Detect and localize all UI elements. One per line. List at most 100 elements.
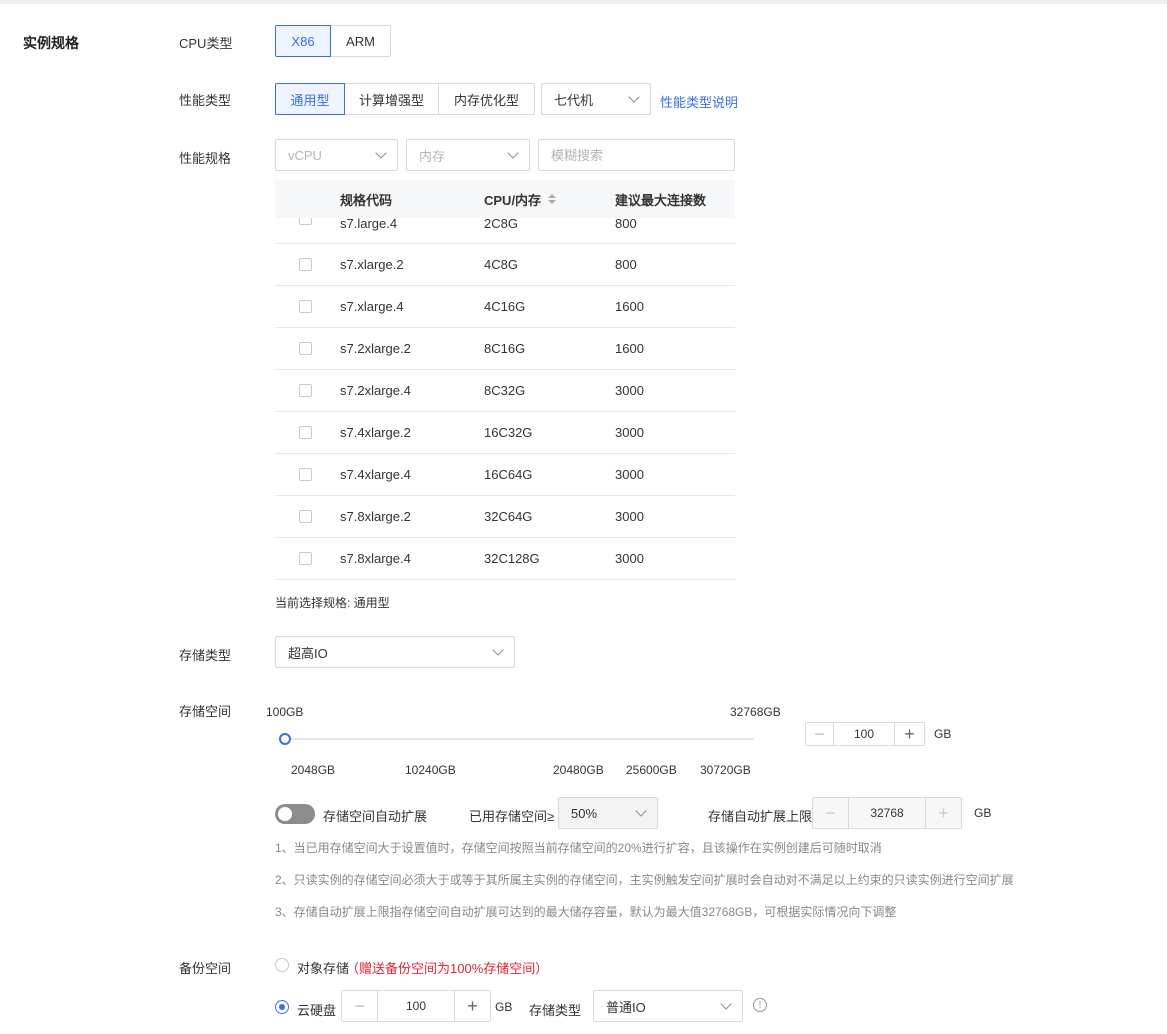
perf-type-help-link[interactable]: 性能类型说明 [660, 92, 738, 111]
row-checkbox[interactable] [299, 218, 312, 225]
threshold-select[interactable]: 50% [558, 797, 658, 829]
spec-search-input[interactable] [538, 139, 735, 171]
cell-spec-code: s7.xlarge.2 [340, 257, 404, 272]
cloud-disk-value[interactable]: 100 [378, 991, 454, 1021]
chevron-down-icon [635, 805, 647, 817]
cell-max-conn: 1600 [615, 341, 644, 356]
cell-max-conn: 3000 [615, 551, 644, 566]
info-icon[interactable]: ! [753, 998, 767, 1012]
slider-min-label: 100GB [266, 705, 304, 719]
slider-mark: 25600GB [626, 763, 677, 777]
spec-table-header: 规格代码 CPU/内存 建议最大连接数 [275, 180, 735, 218]
table-row[interactable]: s7.8xlarge.2 32C64G 3000 [275, 496, 735, 538]
expand-limit-value[interactable]: 32768 [849, 798, 925, 828]
backup-storage-type-label: 存储类型 [529, 1003, 582, 1018]
auto-expand-toggle[interactable] [275, 804, 315, 824]
table-row[interactable]: s7.4xlarge.2 16C32G 3000 [275, 412, 735, 454]
cell-max-conn: 1600 [615, 299, 644, 314]
table-row[interactable]: s7.8xlarge.4 32C128G 3000 [275, 538, 735, 580]
chevron-down-icon [492, 644, 504, 656]
perf-type-general-button[interactable]: 通用型 [275, 83, 345, 115]
expand-limit-minus-button[interactable]: − [813, 798, 849, 828]
perf-type-compute-button[interactable]: 计算增强型 [344, 83, 439, 115]
expand-limit-plus-button[interactable]: + [925, 798, 961, 828]
storage-type-value: 超高IO [288, 645, 328, 661]
cloud-disk-minus-button[interactable]: − [342, 991, 378, 1021]
slider-max-label: 32768GB [730, 705, 781, 719]
object-storage-label: 对象存储 [297, 961, 350, 976]
cpu-type-arm-button[interactable]: ARM [330, 25, 391, 57]
section-title: 实例规格 [23, 35, 79, 51]
header-cpu-mem[interactable]: CPU/内存 [484, 190, 615, 209]
row-checkbox[interactable] [299, 384, 312, 397]
table-row[interactable]: s7.xlarge.4 4C16G 1600 [275, 286, 735, 328]
generation-select[interactable]: 七代机 [541, 83, 651, 115]
header-max-conn: 建议最大连接数 [615, 192, 707, 208]
cell-cpu-mem: 8C32G [484, 383, 526, 398]
tip-line-3: 3、存储自动扩展上限指存储空间自动扩展可达到的最大储存容量，默认为最大值3276… [275, 905, 897, 919]
storage-space-minus-button[interactable]: − [806, 723, 834, 745]
perf-spec-label: 性能规格 [179, 151, 232, 166]
storage-space-label: 存储空间 [179, 704, 232, 719]
slider-mark: 20480GB [553, 763, 604, 777]
cell-spec-code: s7.4xlarge.4 [340, 467, 411, 482]
cell-spec-code: s7.large.4 [340, 218, 398, 231]
row-checkbox[interactable] [299, 426, 312, 439]
table-row[interactable]: s7.xlarge.2 4C8G 800 [275, 244, 735, 286]
cloud-disk-plus-button[interactable]: + [454, 991, 490, 1021]
expand-limit-stepper: − 32768 + [812, 797, 962, 829]
generation-select-value: 七代机 [554, 92, 594, 108]
storage-space-stepper: − 100 + [805, 722, 925, 746]
row-checkbox[interactable] [299, 552, 312, 565]
table-row[interactable]: s7.4xlarge.4 16C64G 3000 [275, 454, 735, 496]
row-checkbox[interactable] [299, 510, 312, 523]
threshold-value: 50% [571, 805, 598, 821]
storage-space-value[interactable]: 100 [834, 723, 894, 745]
cpu-type-x86-button[interactable]: X86 [275, 25, 331, 57]
spec-table: 规格代码 CPU/内存 建议最大连接数 s7.large.4 2C8G 800 s7.… [275, 180, 735, 580]
memory-select-placeholder: 内存 [419, 148, 446, 164]
table-row[interactable]: s7.large.4 2C8G 800 [275, 218, 735, 244]
vcpu-select[interactable]: vCPU [275, 139, 398, 171]
sort-icon[interactable] [548, 194, 557, 204]
table-row[interactable]: s7.2xlarge.4 8C32G 3000 [275, 370, 735, 412]
storage-space-plus-button[interactable]: + [894, 723, 924, 745]
chevron-down-icon [375, 147, 387, 159]
row-checkbox[interactable] [299, 300, 312, 313]
expand-limit-label: 存储自动扩展上限 [708, 809, 813, 824]
cell-max-conn: 3000 [615, 383, 644, 398]
top-divider [0, 0, 1167, 4]
slider-mark: 30720GB [700, 763, 751, 777]
cell-cpu-mem: 32C128G [484, 551, 540, 566]
cell-spec-code: s7.2xlarge.4 [340, 383, 411, 398]
auto-expand-label: 存储空间自动扩展 [323, 809, 428, 824]
toggle-knob [278, 807, 292, 821]
row-checkbox[interactable] [299, 258, 312, 271]
cell-max-conn: 3000 [615, 509, 644, 524]
cloud-disk-label: 云硬盘 [297, 1003, 337, 1018]
backup-storage-type-select[interactable]: 普通IO [593, 990, 743, 1022]
object-storage-radio[interactable] [275, 958, 289, 972]
row-checkbox[interactable] [299, 342, 312, 355]
storage-slider-track[interactable] [284, 738, 754, 740]
spec-table-body: s7.large.4 2C8G 800 s7.xlarge.2 4C8G 800 s7.xl… [275, 218, 735, 580]
cloud-disk-radio[interactable] [275, 1000, 289, 1014]
tip-line-2: 2、只读实例的存储空间必须大于或等于其所属主实例的存储空间，主实例触发空间扩展时… [275, 873, 1014, 887]
cell-cpu-mem: 32C64G [484, 509, 533, 524]
storage-type-select[interactable]: 超高IO [275, 636, 515, 668]
memory-select[interactable]: 内存 [406, 139, 530, 171]
table-row[interactable]: s7.2xlarge.2 8C16G 1600 [275, 328, 735, 370]
chevron-down-icon [720, 998, 732, 1010]
cell-cpu-mem: 4C8G [484, 257, 518, 272]
header-spec-code: 规格代码 [340, 192, 393, 208]
storage-slider-handle[interactable] [279, 733, 291, 745]
row-checkbox[interactable] [299, 468, 312, 481]
cell-cpu-mem: 8C16G [484, 341, 526, 356]
perf-type-label: 性能类型 [179, 93, 232, 108]
perf-type-memory-button[interactable]: 内存优化型 [438, 83, 535, 115]
cell-spec-code: s7.2xlarge.2 [340, 341, 411, 356]
cell-max-conn: 800 [615, 218, 637, 231]
slider-mark: 10240GB [405, 763, 456, 777]
chevron-down-icon [507, 147, 519, 159]
storage-type-label: 存储类型 [179, 648, 232, 663]
